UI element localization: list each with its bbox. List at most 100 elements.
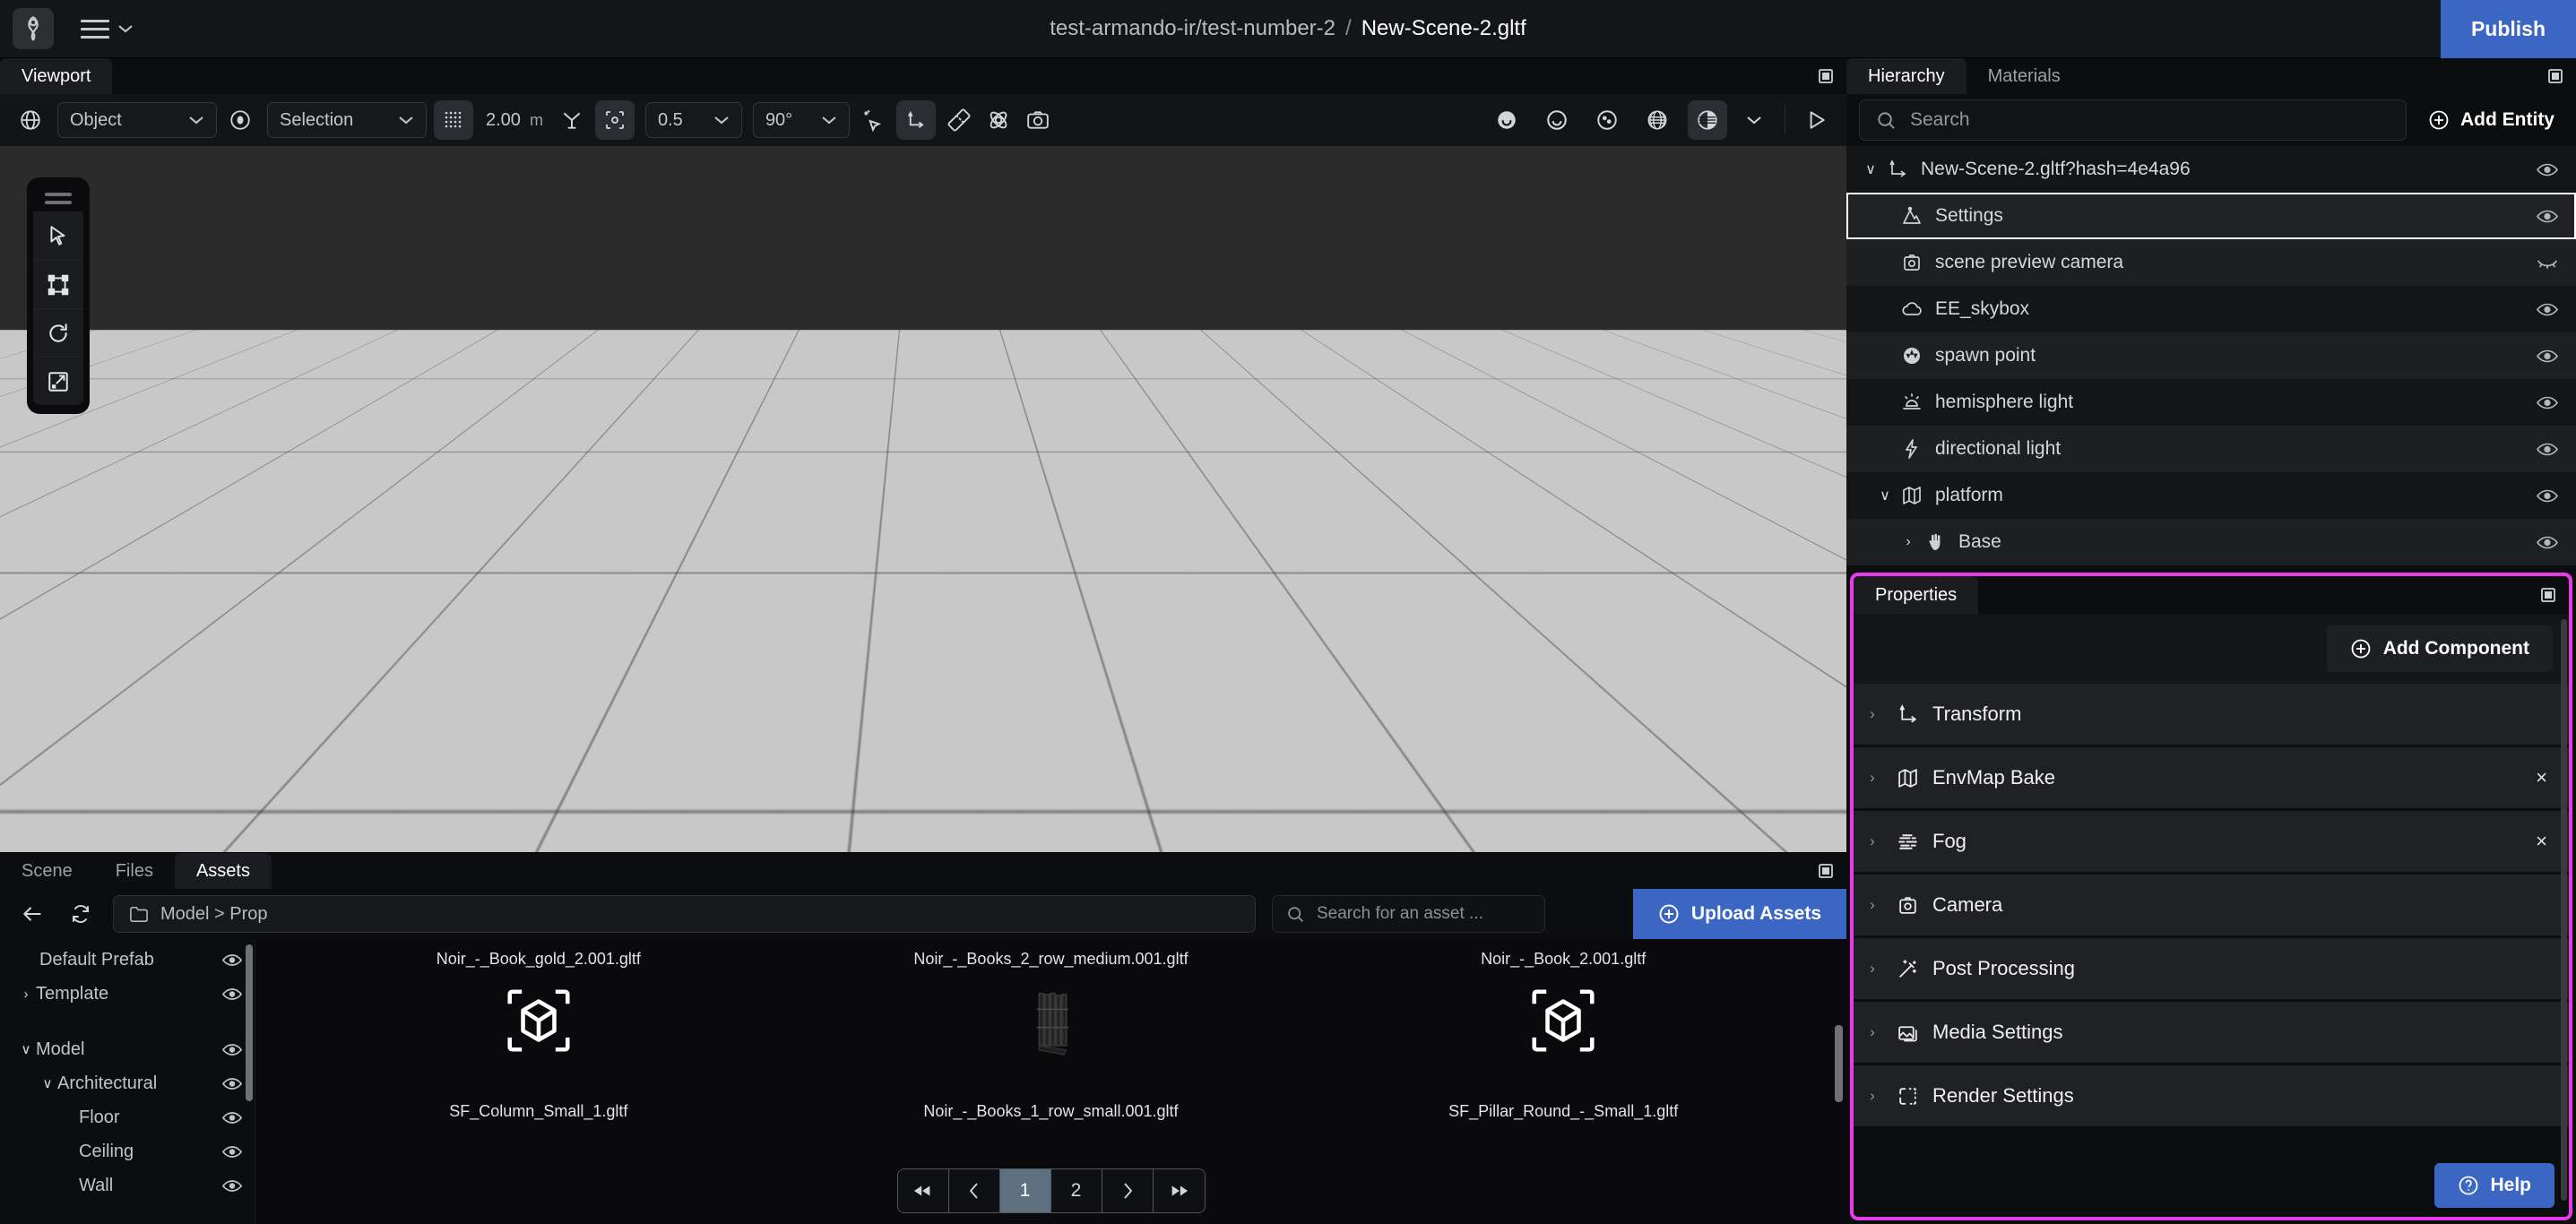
chevron-right-icon[interactable]: › <box>1854 1023 1891 1041</box>
shading-globe-icon[interactable] <box>1638 100 1677 140</box>
tab-properties[interactable]: Properties <box>1854 576 1979 614</box>
chevron-down-icon[interactable]: ∨ <box>38 1075 57 1091</box>
component-transform[interactable]: › Transform <box>1854 684 2569 745</box>
app-logo-icon[interactable] <box>13 8 54 49</box>
eye-icon[interactable] <box>222 953 242 967</box>
focus-frame-icon[interactable] <box>594 100 635 140</box>
maximize-panel-icon[interactable] <box>2540 587 2556 603</box>
magic-select-icon[interactable] <box>857 104 889 136</box>
asset-grid-scrollbar[interactable] <box>1835 1025 1843 1102</box>
shading-solid-icon[interactable] <box>1487 100 1526 140</box>
shading-points-icon[interactable] <box>1587 100 1627 140</box>
tree-item-ceiling[interactable]: Ceiling <box>0 1134 255 1168</box>
back-arrow-icon[interactable] <box>16 898 48 930</box>
hierarchy-item-hemisphere-light[interactable]: hemisphere light <box>1846 379 2576 426</box>
tree-item-architectural[interactable]: ∨ Architectural <box>0 1066 255 1100</box>
ruler-icon[interactable] <box>943 104 975 136</box>
chevron-down-icon[interactable]: ∨ <box>16 1041 36 1057</box>
chevron-down-icon[interactable] <box>1738 104 1770 136</box>
pivot-select[interactable]: Selection <box>267 102 427 138</box>
grid-snap-field[interactable]: 2.00 m <box>480 110 549 131</box>
breadcrumb-project[interactable]: test-armando-ir/test-number-2 <box>1050 16 1336 41</box>
pagination-next-button[interactable] <box>1102 1169 1154 1212</box>
maximize-panel-icon[interactable] <box>1818 68 1834 84</box>
eye-icon[interactable] <box>222 1145 242 1159</box>
transform-axis-icon[interactable] <box>895 100 936 140</box>
select-tool[interactable] <box>33 211 83 260</box>
helper-toggle-icon[interactable] <box>556 104 588 136</box>
physics-atom-icon[interactable] <box>982 104 1015 136</box>
tree-item-wall[interactable]: Wall <box>0 1168 255 1202</box>
translate-snap-select[interactable]: 0.5 <box>644 102 742 138</box>
pagination-prev-button[interactable] <box>948 1169 1000 1212</box>
viewport-canvas[interactable] <box>0 146 1846 852</box>
asset-item[interactable]: SF_Column_Small_1.gltf <box>282 1095 795 1224</box>
chevron-right-icon[interactable]: › <box>1854 832 1891 850</box>
shading-wireframe-icon[interactable] <box>1537 100 1577 140</box>
component-envmap-bake[interactable]: › EnvMap Bake × <box>1854 747 2569 808</box>
pivot-center-icon[interactable] <box>224 104 256 136</box>
eye-icon[interactable] <box>2537 302 2558 317</box>
tree-item-floor[interactable]: Floor <box>0 1100 255 1134</box>
eye-off-icon[interactable] <box>2537 255 2558 271</box>
pagination-first-button[interactable] <box>897 1169 949 1212</box>
rotate-snap-select[interactable]: 90° <box>752 102 850 138</box>
gizmo-axes[interactable] <box>532 780 1284 852</box>
publish-button[interactable]: Publish <box>2440 0 2576 58</box>
hierarchy-item-ee-skybox[interactable]: EE_skybox <box>1846 286 2576 332</box>
chevron-right-icon[interactable]: › <box>1854 896 1891 914</box>
chevron-right-icon[interactable]: › <box>16 987 36 1002</box>
hierarchy-item-scene-preview-camera[interactable]: scene preview camera <box>1846 239 2576 286</box>
globe-icon[interactable] <box>14 104 47 136</box>
eye-icon[interactable] <box>2537 488 2558 504</box>
grid-snap-icon[interactable] <box>434 100 473 140</box>
tab-hierarchy[interactable]: Hierarchy <box>1846 58 1967 94</box>
tab-scene[interactable]: Scene <box>0 853 94 889</box>
asset-tree-scrollbar[interactable] <box>246 944 253 1101</box>
tree-item-template[interactable]: › Template <box>0 977 255 1011</box>
hierarchy-item-directional-light[interactable]: directional light <box>1846 426 2576 472</box>
eye-icon[interactable] <box>2537 395 2558 410</box>
chevron-down-icon[interactable]: ∨ <box>1873 487 1897 504</box>
component-fog[interactable]: › Fog × <box>1854 811 2569 872</box>
translate-tool[interactable] <box>33 260 83 308</box>
hierarchy-item-platform[interactable]: ∨ platform <box>1846 472 2576 519</box>
asset-item[interactable]: Noir_-_Book_gold_2.001.gltf <box>282 943 795 1095</box>
asset-item[interactable]: SF_Pillar_Round_-_Small_1.gltf <box>1307 1095 1820 1224</box>
eye-icon[interactable] <box>2537 442 2558 457</box>
asset-item[interactable]: Noir_-_Book_2.001.gltf <box>1307 943 1820 1095</box>
chevron-right-icon[interactable]: › <box>1854 960 1891 978</box>
rotate-tool[interactable] <box>33 308 83 357</box>
eye-icon[interactable] <box>222 987 242 1001</box>
chevron-right-icon[interactable]: › <box>1897 534 1920 550</box>
pagination-page-2[interactable]: 2 <box>1050 1169 1102 1212</box>
help-button[interactable]: Help <box>2434 1163 2554 1208</box>
maximize-panel-icon[interactable] <box>2547 68 2563 84</box>
chevron-right-icon[interactable]: › <box>1854 769 1891 787</box>
component-post-processing[interactable]: › Post Processing <box>1854 938 2569 999</box>
add-entity-button[interactable]: Add Entity <box>2407 94 2576 146</box>
tab-viewport[interactable]: Viewport <box>0 58 113 94</box>
eye-icon[interactable] <box>222 1077 242 1090</box>
pagination-last-button[interactable] <box>1153 1169 1205 1212</box>
hierarchy-item-spawn-point[interactable]: spawn point <box>1846 332 2576 379</box>
eye-icon[interactable] <box>222 1111 242 1125</box>
hierarchy-item-base[interactable]: › Base <box>1846 519 2576 565</box>
eye-icon[interactable] <box>2537 535 2558 550</box>
play-icon[interactable] <box>1800 104 1832 136</box>
remove-component-icon[interactable]: × <box>2536 830 2547 853</box>
chevron-down-icon[interactable]: ∨ <box>1859 160 1882 178</box>
tab-materials[interactable]: Materials <box>1967 58 2082 94</box>
scale-tool[interactable] <box>33 357 83 405</box>
breadcrumb-file[interactable]: New-Scene-2.gltf <box>1361 16 1526 41</box>
camera-icon[interactable] <box>1022 104 1054 136</box>
tree-item-model[interactable]: ∨ Model <box>0 1032 255 1066</box>
remove-component-icon[interactable]: × <box>2536 766 2547 789</box>
hierarchy-item-scene-root[interactable]: ∨ New-Scene-2.gltf?hash=4e4a96 <box>1846 146 2576 193</box>
hierarchy-search-input[interactable]: Search <box>1859 99 2407 141</box>
eye-icon[interactable] <box>2537 209 2558 224</box>
tab-files[interactable]: Files <box>94 853 175 889</box>
maximize-panel-icon[interactable] <box>1818 863 1834 879</box>
asset-breadcrumb[interactable]: Model > Prop <box>113 895 1256 933</box>
eye-icon[interactable] <box>2537 162 2558 177</box>
